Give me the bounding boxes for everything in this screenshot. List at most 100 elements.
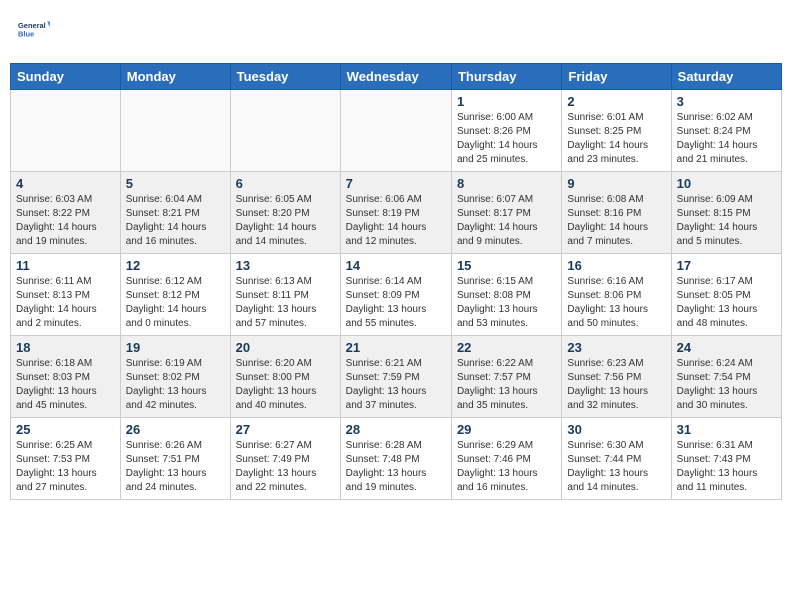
logo: General Blue — [18, 14, 54, 51]
day-number: 26 — [126, 422, 225, 437]
day-info: Sunrise: 6:26 AM Sunset: 7:51 PM Dayligh… — [126, 439, 225, 495]
day-info: Sunrise: 6:29 AM Sunset: 7:46 PM Dayligh… — [457, 439, 556, 495]
calendar-week-row: 11 Sunrise: 6:11 AM Sunset: 8:13 PM Dayli… — [11, 254, 782, 336]
day-info: Sunrise: 6:12 AM Sunset: 8:12 PM Dayligh… — [126, 275, 225, 331]
day-number: 2 — [567, 94, 665, 109]
calendar-cell: 22 Sunrise: 6:22 AM Sunset: 7:57 PM Dayli… — [451, 336, 561, 418]
day-number: 4 — [16, 176, 115, 191]
logo-icon: General Blue — [18, 14, 50, 46]
day-number: 20 — [236, 340, 335, 355]
day-info: Sunrise: 6:05 AM Sunset: 8:20 PM Dayligh… — [236, 193, 335, 249]
weekday-header-tuesday: Tuesday — [230, 64, 340, 90]
day-number: 10 — [677, 176, 776, 191]
calendar-cell: 21Sunrise: 6:21 AM Sunset: 7:59 PM Dayli… — [340, 336, 451, 418]
calendar-cell-empty — [230, 90, 340, 172]
day-info: Sunrise: 6:16 AM Sunset: 8:06 PM Dayligh… — [567, 275, 665, 331]
day-number: 5 — [126, 176, 225, 191]
calendar-cell: 24 Sunrise: 6:24 AM Sunset: 7:54 PM Dayli… — [671, 336, 781, 418]
weekday-header-thursday: Thursday — [451, 64, 561, 90]
calendar-cell: 12 Sunrise: 6:12 AM Sunset: 8:12 PM Dayli… — [120, 254, 230, 336]
day-number: 24 — [677, 340, 776, 355]
calendar-cell: 1 Sunrise: 6:00 AM Sunset: 8:26 PM Daylig… — [451, 90, 561, 172]
day-number: 7 — [346, 176, 446, 191]
calendar-cell: 20Sunrise: 6:20 AM Sunset: 8:00 PM Dayli… — [230, 336, 340, 418]
svg-text:General: General — [18, 21, 46, 30]
calendar-cell: 3Sunrise: 6:02 AM Sunset: 8:24 PM Daylig… — [671, 90, 781, 172]
logo-svg-container: General Blue — [18, 14, 50, 51]
calendar-cell: 27 Sunrise: 6:27 AM Sunset: 7:49 PM Dayli… — [230, 418, 340, 500]
day-number: 23 — [567, 340, 665, 355]
day-info: Sunrise: 6:08 AM Sunset: 8:16 PM Dayligh… — [567, 193, 665, 249]
day-number: 27 — [236, 422, 335, 437]
calendar-cell: 10 Sunrise: 6:09 AM Sunset: 8:15 PM Dayli… — [671, 172, 781, 254]
calendar-cell: 14Sunrise: 6:14 AM Sunset: 8:09 PM Dayli… — [340, 254, 451, 336]
day-info: Sunrise: 6:00 AM Sunset: 8:26 PM Dayligh… — [457, 111, 556, 167]
day-number: 9 — [567, 176, 665, 191]
calendar-week-row: 25 Sunrise: 6:25 AM Sunset: 7:53 PM Dayli… — [11, 418, 782, 500]
day-info: Sunrise: 6:28 AM Sunset: 7:48 PM Dayligh… — [346, 439, 446, 495]
calendar-cell: 4Sunrise: 6:03 AM Sunset: 8:22 PM Daylig… — [11, 172, 121, 254]
calendar-cell: 8 Sunrise: 6:07 AM Sunset: 8:17 PM Daylig… — [451, 172, 561, 254]
day-number: 11 — [16, 258, 115, 273]
calendar-cell: 6 Sunrise: 6:05 AM Sunset: 8:20 PM Daylig… — [230, 172, 340, 254]
day-number: 6 — [236, 176, 335, 191]
calendar-week-row: 1 Sunrise: 6:00 AM Sunset: 8:26 PM Daylig… — [11, 90, 782, 172]
day-number: 14 — [346, 258, 446, 273]
day-info: Sunrise: 6:25 AM Sunset: 7:53 PM Dayligh… — [16, 439, 115, 495]
day-info: Sunrise: 6:01 AM Sunset: 8:25 PM Dayligh… — [567, 111, 665, 167]
day-info: Sunrise: 6:31 AM Sunset: 7:43 PM Dayligh… — [677, 439, 776, 495]
day-info: Sunrise: 6:09 AM Sunset: 8:15 PM Dayligh… — [677, 193, 776, 249]
day-info: Sunrise: 6:17 AM Sunset: 8:05 PM Dayligh… — [677, 275, 776, 331]
day-number: 8 — [457, 176, 556, 191]
calendar-cell: 16 Sunrise: 6:16 AM Sunset: 8:06 PM Dayli… — [562, 254, 671, 336]
day-number: 28 — [346, 422, 446, 437]
calendar-week-row: 4Sunrise: 6:03 AM Sunset: 8:22 PM Daylig… — [11, 172, 782, 254]
day-number: 19 — [126, 340, 225, 355]
day-info: Sunrise: 6:19 AM Sunset: 8:02 PM Dayligh… — [126, 357, 225, 413]
weekday-header-sunday: Sunday — [11, 64, 121, 90]
day-number: 30 — [567, 422, 665, 437]
day-info: Sunrise: 6:18 AM Sunset: 8:03 PM Dayligh… — [16, 357, 115, 413]
calendar-cell: 31 Sunrise: 6:31 AM Sunset: 7:43 PM Dayli… — [671, 418, 781, 500]
calendar-cell: 25 Sunrise: 6:25 AM Sunset: 7:53 PM Dayli… — [11, 418, 121, 500]
calendar-table: SundayMondayTuesdayWednesdayThursdayFrid… — [10, 63, 782, 500]
day-number: 17 — [677, 258, 776, 273]
day-info: Sunrise: 6:30 AM Sunset: 7:44 PM Dayligh… — [567, 439, 665, 495]
day-info: Sunrise: 6:27 AM Sunset: 7:49 PM Dayligh… — [236, 439, 335, 495]
day-number: 22 — [457, 340, 556, 355]
calendar-cell: 28 Sunrise: 6:28 AM Sunset: 7:48 PM Dayli… — [340, 418, 451, 500]
day-info: Sunrise: 6:02 AM Sunset: 8:24 PM Dayligh… — [677, 111, 776, 167]
calendar-cell: 26 Sunrise: 6:26 AM Sunset: 7:51 PM Dayli… — [120, 418, 230, 500]
day-info: Sunrise: 6:07 AM Sunset: 8:17 PM Dayligh… — [457, 193, 556, 249]
calendar-cell-empty — [340, 90, 451, 172]
day-info: Sunrise: 6:04 AM Sunset: 8:21 PM Dayligh… — [126, 193, 225, 249]
calendar-cell: 9 Sunrise: 6:08 AM Sunset: 8:16 PM Daylig… — [562, 172, 671, 254]
calendar-week-row: 18Sunrise: 6:18 AM Sunset: 8:03 PM Dayli… — [11, 336, 782, 418]
weekday-header-monday: Monday — [120, 64, 230, 90]
day-info: Sunrise: 6:22 AM Sunset: 7:57 PM Dayligh… — [457, 357, 556, 413]
day-number: 21 — [346, 340, 446, 355]
page-header: General Blue — [10, 10, 782, 55]
calendar-cell: 23 Sunrise: 6:23 AM Sunset: 7:56 PM Dayli… — [562, 336, 671, 418]
calendar-cell-empty — [120, 90, 230, 172]
calendar-cell: 17 Sunrise: 6:17 AM Sunset: 8:05 PM Dayli… — [671, 254, 781, 336]
day-number: 25 — [16, 422, 115, 437]
calendar-cell-empty — [11, 90, 121, 172]
day-info: Sunrise: 6:11 AM Sunset: 8:13 PM Dayligh… — [16, 275, 115, 331]
weekday-header-wednesday: Wednesday — [340, 64, 451, 90]
day-info: Sunrise: 6:24 AM Sunset: 7:54 PM Dayligh… — [677, 357, 776, 413]
day-number: 16 — [567, 258, 665, 273]
day-info: Sunrise: 6:23 AM Sunset: 7:56 PM Dayligh… — [567, 357, 665, 413]
day-info: Sunrise: 6:13 AM Sunset: 8:11 PM Dayligh… — [236, 275, 335, 331]
calendar-cell: 2 Sunrise: 6:01 AM Sunset: 8:25 PM Daylig… — [562, 90, 671, 172]
calendar-cell: 11 Sunrise: 6:11 AM Sunset: 8:13 PM Dayli… — [11, 254, 121, 336]
day-number: 12 — [126, 258, 225, 273]
day-number: 31 — [677, 422, 776, 437]
calendar-cell: 5 Sunrise: 6:04 AM Sunset: 8:21 PM Daylig… — [120, 172, 230, 254]
day-number: 15 — [457, 258, 556, 273]
day-number: 29 — [457, 422, 556, 437]
weekday-header-saturday: Saturday — [671, 64, 781, 90]
calendar-cell: 29 Sunrise: 6:29 AM Sunset: 7:46 PM Dayli… — [451, 418, 561, 500]
calendar-cell: 13Sunrise: 6:13 AM Sunset: 8:11 PM Dayli… — [230, 254, 340, 336]
day-number: 1 — [457, 94, 556, 109]
